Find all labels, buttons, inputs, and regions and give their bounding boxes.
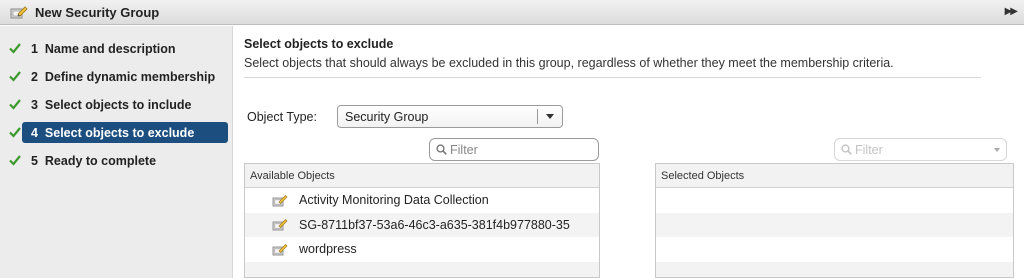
object-type-value: Security Group: [345, 109, 429, 124]
wizard-steps-sidebar: 1 Name and description 2 Define dynamic …: [0, 26, 233, 278]
checkmark-icon: [9, 71, 21, 82]
step-number: 3: [31, 97, 38, 112]
step-label: Ready to complete: [44, 153, 157, 168]
main-content: Select objects to exclude Select objects…: [244, 26, 1014, 278]
wizard-step-2[interactable]: 2 Define dynamic membership: [22, 66, 228, 87]
object-label: wordpress: [299, 242, 357, 257]
available-objects-list: Available Objects Activity Monitoring Da…: [244, 163, 600, 278]
selected-objects-list: Selected Objects: [655, 163, 1014, 278]
object-type-select[interactable]: Security Group: [337, 105, 563, 128]
empty-row: [245, 261, 599, 277]
step-label: Name and description: [44, 41, 176, 56]
selected-filter-field[interactable]: [834, 138, 1007, 161]
available-objects-header: Available Objects: [245, 164, 599, 188]
empty-row: [656, 212, 1013, 237]
step-number: 5: [31, 153, 38, 168]
step-label: Select objects to exclude: [44, 125, 195, 140]
wizard-step-5[interactable]: 5 Ready to complete: [22, 150, 228, 171]
security-group-edit-icon: [10, 4, 28, 20]
security-group-icon: [272, 219, 288, 231]
selected-objects-header: Selected Objects: [656, 164, 1013, 188]
object-type-label: Object Type:: [247, 110, 317, 124]
list-item[interactable]: wordpress: [245, 237, 599, 262]
checkmark-icon: [9, 127, 21, 138]
object-label: SG-8711bf37-53a6-46c3-a635-381f4b977880-…: [299, 217, 570, 232]
checkmark-icon: [9, 43, 21, 54]
step-number: 2: [31, 69, 38, 84]
checkmark-icon: [9, 99, 21, 110]
security-group-icon: [272, 194, 288, 207]
chevron-down-icon[interactable]: [546, 114, 554, 119]
step-label: Select objects to include: [44, 97, 192, 112]
empty-row: [656, 188, 1013, 213]
available-filter-field[interactable]: [429, 138, 599, 161]
page-heading: Select objects to exclude: [244, 37, 394, 51]
select-separator: [537, 109, 538, 124]
page-description: Select objects that should always be exc…: [244, 56, 894, 70]
wizard-step-4-active[interactable]: 4 Select objects to exclude: [22, 122, 228, 143]
list-item[interactable]: Activity Monitoring Data Collection: [245, 188, 599, 213]
list-item[interactable]: SG-8711bf37-53a6-46c3-a635-381f4b977880-…: [245, 212, 599, 237]
search-icon: [841, 144, 852, 155]
available-filter-input[interactable]: [450, 142, 598, 157]
object-label: Activity Monitoring Data Collection: [299, 193, 489, 208]
wizard-step-3[interactable]: 3 Select objects to include: [22, 94, 228, 115]
divider: [244, 77, 981, 78]
step-number: 4: [31, 125, 38, 140]
wizard-step-1[interactable]: 1 Name and description: [22, 38, 228, 59]
security-group-icon: [272, 243, 288, 256]
empty-row: [656, 237, 1013, 262]
chevron-down-icon[interactable]: [994, 148, 1000, 152]
search-icon: [436, 144, 447, 155]
double-chevron-right-icon[interactable]: ▶▶: [1005, 6, 1018, 17]
dialog-title: New Security Group: [35, 4, 160, 20]
dialog-titlebar: New Security Group ▶▶: [0, 0, 1024, 25]
step-label: Define dynamic membership: [44, 69, 216, 84]
checkmark-icon: [9, 155, 21, 166]
empty-row: [656, 261, 1013, 277]
step-number: 1: [31, 41, 38, 56]
selected-filter-input[interactable]: [855, 142, 1006, 157]
